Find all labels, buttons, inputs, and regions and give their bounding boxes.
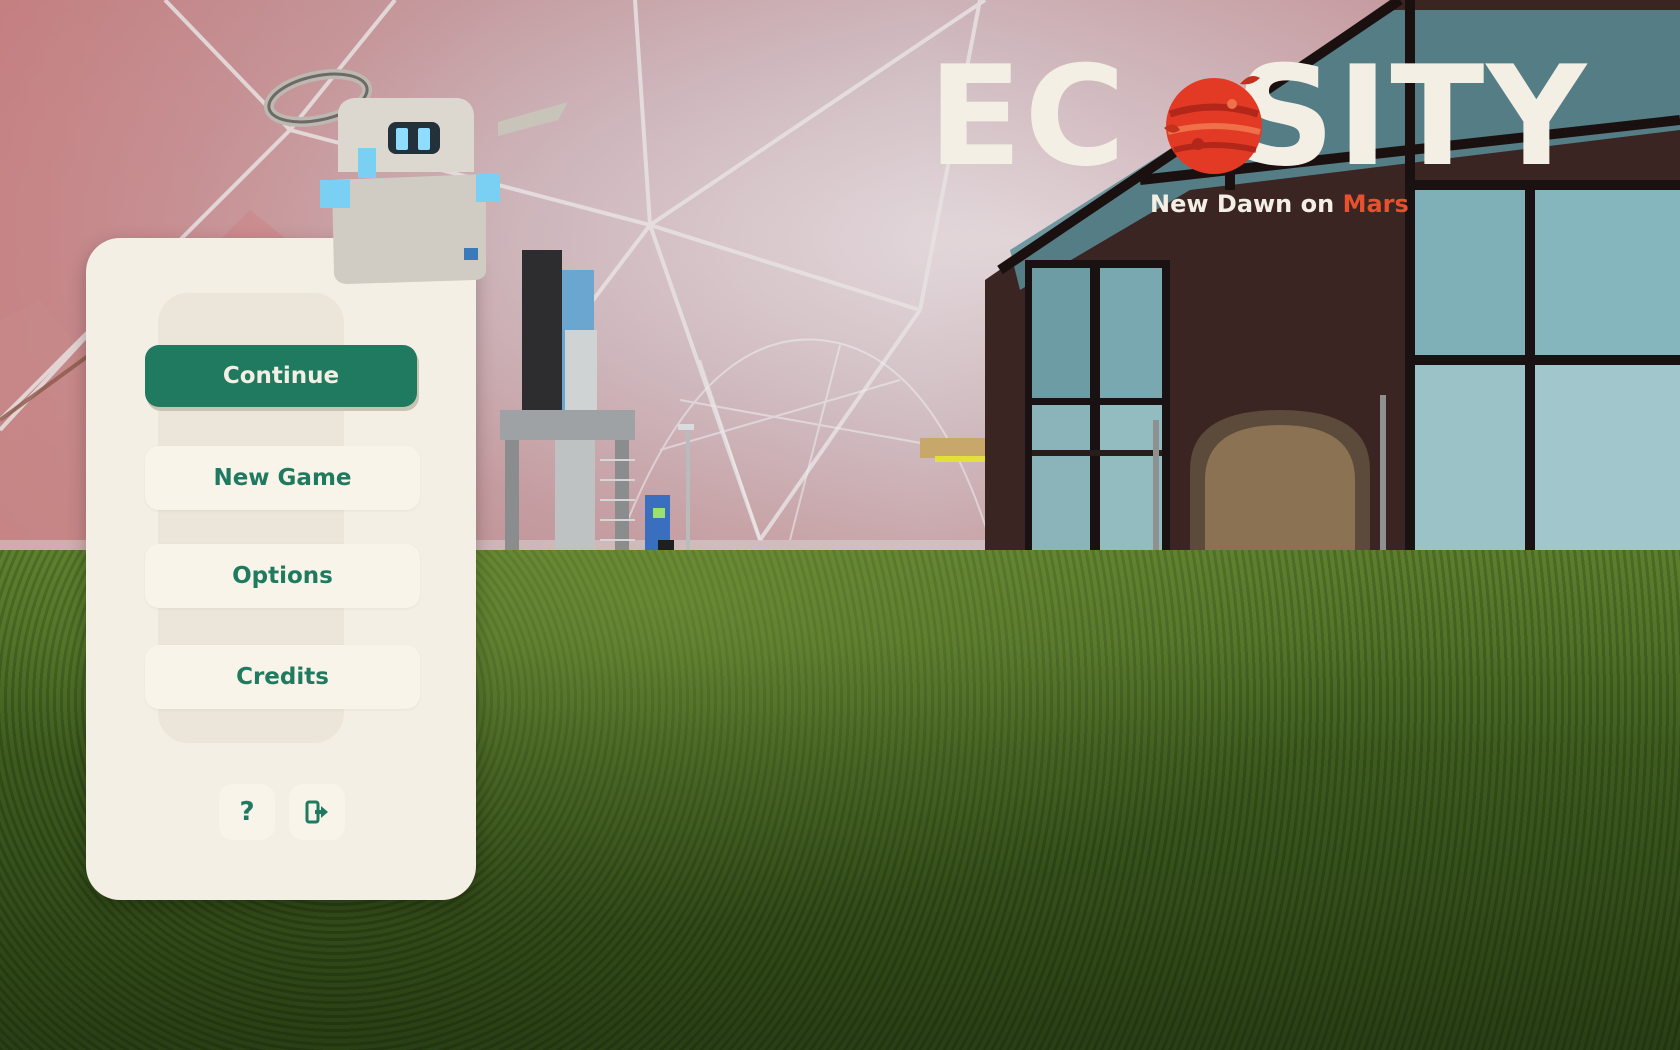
logo-subtitle-prefix: New Dawn on — [1150, 190, 1343, 218]
game-scene: EC SITY New Dawn on Mars Continue New Gam… — [0, 0, 1680, 1050]
question-icon: ? — [239, 797, 255, 827]
robot-mascot — [263, 69, 568, 284]
exit-door-icon — [305, 800, 328, 824]
continue-button[interactable]: Continue — [145, 345, 417, 407]
options-button[interactable]: Options — [145, 544, 420, 608]
logo-subtitle-accent: Mars — [1342, 190, 1409, 218]
logo-title-part2: SITY — [1235, 36, 1589, 197]
credits-button[interactable]: Credits — [145, 645, 420, 709]
logo-title-part1: EC — [928, 36, 1128, 197]
exit-button[interactable] — [289, 784, 345, 840]
new-game-button[interactable]: New Game — [145, 446, 420, 510]
logo-subtitle: New Dawn on Mars — [1150, 190, 1409, 218]
main-menu-panel: Continue New Game Options Credits ? — [86, 238, 476, 900]
mars-planet-icon — [1164, 76, 1262, 174]
game-logo: EC SITY New Dawn on Mars — [928, 48, 1618, 232]
help-button[interactable]: ? — [219, 784, 275, 840]
